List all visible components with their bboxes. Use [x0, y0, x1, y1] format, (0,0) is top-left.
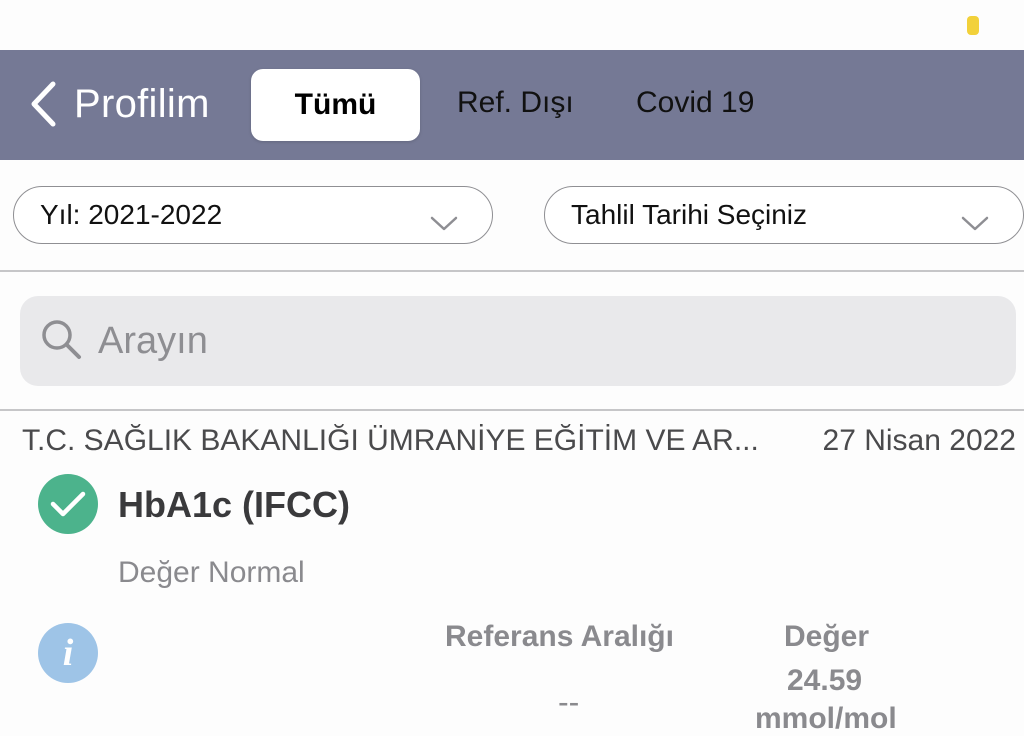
reference-range-header: Referans Aralığı: [445, 620, 674, 653]
search-icon: [20, 318, 82, 365]
year-dropdown-label: Yıl: 2021-2022: [40, 199, 223, 230]
battery-indicator-icon: [967, 16, 979, 35]
status-bar: [0, 0, 1024, 50]
test-date-dropdown-label: Tahlil Tarihi Seçiniz: [571, 199, 808, 230]
search-input[interactable]: Arayın: [20, 296, 1016, 386]
result-value: 24.59: [787, 664, 863, 697]
chevron-left-icon: [28, 80, 58, 128]
divider: [0, 409, 1024, 411]
test-date-dropdown[interactable]: Tahlil Tarihi Seçiniz: [544, 186, 1024, 244]
tab-covid-19[interactable]: Covid 19: [636, 86, 754, 120]
result-unit: mmol/mol: [755, 702, 897, 735]
back-label: Profilim: [74, 81, 210, 126]
back-button[interactable]: Profilim: [28, 80, 210, 128]
lab-name: T.C. SAĞLIK BAKANLIĞI ÜMRANİYE EĞİTİM VE…: [22, 424, 759, 457]
checkmark-icon: [38, 474, 98, 534]
navigation-bar: Profilim Tümü Ref. Dışı Covid 19: [0, 50, 1024, 160]
test-status: Değer Normal: [118, 556, 305, 589]
tab-out-of-range[interactable]: Ref. Dışı: [457, 86, 574, 120]
test-name[interactable]: HbA1c (IFCC): [118, 484, 350, 526]
result-date: 27 Nisan 2022: [822, 424, 1016, 457]
year-dropdown[interactable]: Yıl: 2021-2022: [13, 186, 493, 244]
chevron-down-icon: [961, 207, 989, 239]
reference-range-value: --: [558, 684, 580, 720]
info-icon[interactable]: i: [38, 623, 98, 683]
chevron-down-icon: [430, 207, 458, 239]
value-header: Değer: [784, 620, 870, 653]
divider: [0, 270, 1024, 272]
search-placeholder: Arayın: [98, 319, 208, 362]
tab-all[interactable]: Tümü: [251, 69, 420, 141]
